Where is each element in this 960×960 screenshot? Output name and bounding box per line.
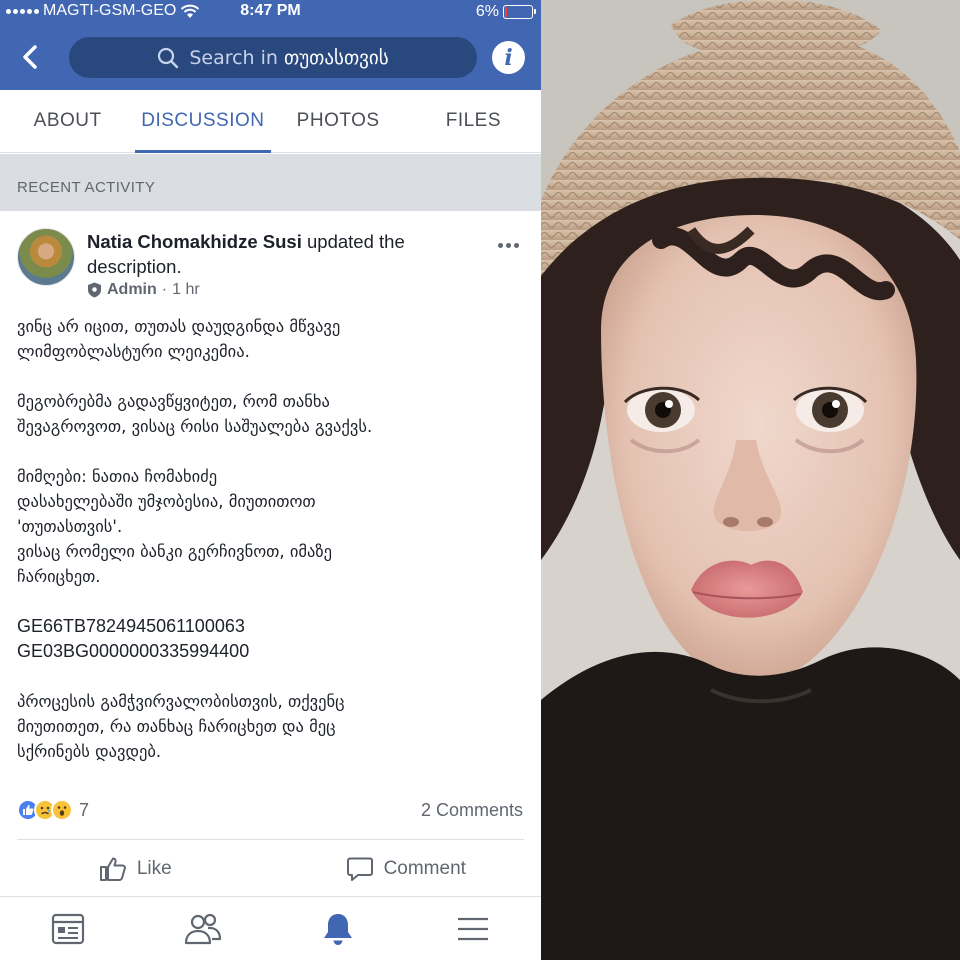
reaction-count: 7 bbox=[79, 799, 90, 820]
reactions-summary[interactable]: 7 bbox=[17, 799, 89, 821]
menu-icon bbox=[458, 917, 489, 940]
post-line: ჩარიცხეთ. bbox=[17, 567, 101, 586]
search-placeholder: Search in bbox=[189, 46, 278, 69]
tab-groups[interactable] bbox=[135, 897, 270, 960]
bottom-tab-bar bbox=[0, 896, 541, 960]
post-line: მიუთითეთ, რა თანხაც ჩარიცხეთ და მეც bbox=[17, 717, 336, 736]
iban-account: GE66TB7824945061100063 bbox=[17, 616, 245, 636]
iban-account: GE03BG0000000335994400 bbox=[17, 641, 250, 661]
back-button[interactable] bbox=[14, 40, 46, 74]
post-line: 'თუთასთვის'. bbox=[17, 517, 123, 536]
post-time[interactable]: 1 hr bbox=[172, 281, 200, 299]
tab-about[interactable]: ABOUT bbox=[0, 90, 135, 152]
info-icon: i bbox=[504, 44, 513, 71]
post-line: შევაგროვოთ, ვისაც რისი საშუალება გვაქვს. bbox=[17, 417, 373, 436]
tab-files[interactable]: FILES bbox=[406, 90, 541, 152]
tab-discussion[interactable]: DISCUSSION bbox=[135, 90, 271, 153]
admin-shield-icon bbox=[88, 282, 101, 298]
facebook-group-screen: MAGTI-GSM-GEO 8:47 PM 6% Search in თუთას… bbox=[0, 0, 541, 960]
post-header: Natia Chomakhidze Susi updated the descr… bbox=[87, 229, 487, 279]
comment-label: Comment bbox=[383, 857, 466, 879]
post-options-button[interactable] bbox=[494, 239, 523, 252]
post-paragraph: მიმღები: ნათია ჩომახიძე დასახელებაში უმჯ… bbox=[17, 464, 527, 589]
groups-icon bbox=[184, 913, 221, 944]
post-paragraph: მეგობრებმა გადავწყვიტეთ, რომ თანხა შევაგ… bbox=[17, 389, 527, 439]
battery-status: 6% bbox=[475, 3, 536, 21]
battery-percent: 6% bbox=[475, 3, 499, 20]
post-line: მიმღები: ნათია ჩომახიძე bbox=[17, 467, 218, 486]
clock: 8:47 PM bbox=[240, 2, 301, 19]
post-line: პროცესის გამჭვირვალობისთვის, თქვენც bbox=[17, 692, 345, 711]
comments-count-link[interactable]: 2 Comments bbox=[421, 800, 523, 821]
child-photo bbox=[541, 0, 960, 960]
thumbs-up-icon bbox=[99, 857, 126, 881]
like-button[interactable]: Like bbox=[0, 841, 271, 896]
post-line: ვინც არ იცით, თუთას დაუდგინდა მწვავე bbox=[17, 317, 341, 336]
info-button[interactable]: i bbox=[492, 41, 525, 74]
status-bar: MAGTI-GSM-GEO 8:47 PM 6% bbox=[0, 0, 541, 24]
chevron-left-icon bbox=[23, 45, 37, 69]
tab-notifications[interactable] bbox=[271, 897, 406, 960]
child-portrait-image bbox=[541, 0, 960, 960]
tab-menu[interactable] bbox=[406, 897, 541, 960]
comment-bubble-icon bbox=[346, 857, 373, 881]
search-group-name: თუთასთვის bbox=[284, 46, 389, 69]
tab-news-feed[interactable] bbox=[0, 897, 135, 960]
post-line: სქრინებს დავდებ. bbox=[17, 742, 162, 761]
comment-button[interactable]: Comment bbox=[271, 841, 542, 896]
notifications-bell-icon bbox=[324, 913, 353, 945]
news-feed-icon bbox=[51, 913, 84, 944]
post-meta: Admin · 1 hr bbox=[87, 281, 200, 299]
post-line: დასახელებაში უმჯობესია, მიუთითოთ bbox=[17, 492, 316, 511]
post-paragraph: პროცესის გამჭვირვალობისთვის, თქვენც მიუთ… bbox=[17, 689, 527, 764]
group-tabs: ABOUT DISCUSSION PHOTOS FILES bbox=[0, 90, 541, 153]
meta-separator: · bbox=[161, 281, 168, 298]
group-search-input[interactable]: Search in თუთასთვის bbox=[69, 37, 477, 78]
post-line: ვისაც რომელი ბანკი გერჩივნოთ, იმაზე bbox=[17, 542, 333, 561]
group-nav-bar: Search in თუთასთვის i bbox=[0, 24, 541, 90]
post-line: მეგობრებმა გადავწყვიტეთ, რომ თანხა bbox=[17, 392, 330, 411]
author-avatar[interactable] bbox=[17, 228, 75, 286]
author-name[interactable]: Natia Chomakhidze Susi bbox=[87, 231, 302, 252]
admin-badge: Admin bbox=[107, 281, 157, 298]
wow-reaction-icon bbox=[51, 799, 73, 821]
post-card: Natia Chomakhidze Susi updated the descr… bbox=[0, 211, 541, 896]
battery-icon bbox=[503, 5, 536, 19]
post-actions: Like Comment bbox=[0, 841, 541, 896]
post-divider bbox=[17, 839, 524, 840]
search-icon bbox=[158, 47, 179, 68]
recent-activity-header: RECENT ACTIVITY bbox=[0, 154, 541, 211]
bank-accounts: GE66TB7824945061100063 GE03BG00000003359… bbox=[17, 614, 527, 664]
post-body: ვინც არ იცით, თუთას დაუდგინდა მწვავე ლიმ… bbox=[17, 314, 527, 789]
post-line: ლიმფობლასტური ლეიკემია. bbox=[17, 342, 250, 361]
tab-photos[interactable]: PHOTOS bbox=[271, 90, 406, 152]
post-paragraph: ვინც არ იცით, თუთას დაუდგინდა მწვავე ლიმ… bbox=[17, 314, 527, 364]
like-label: Like bbox=[136, 857, 172, 879]
